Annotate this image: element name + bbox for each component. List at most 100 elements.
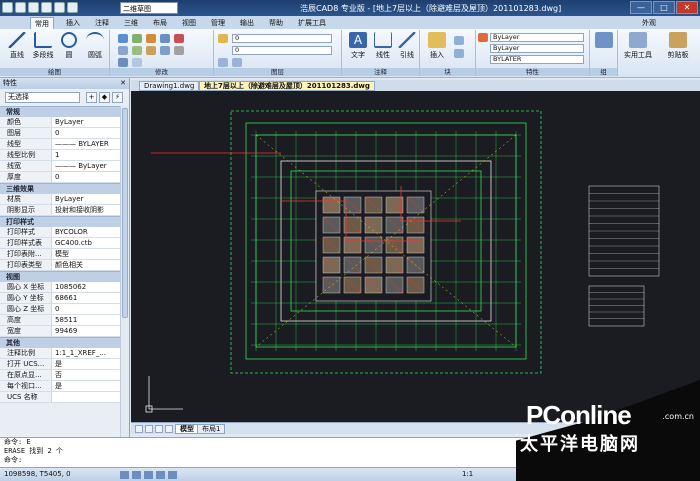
property-section-header[interactable]: 打印样式: [0, 216, 120, 227]
property-section-header[interactable]: 常规: [0, 106, 120, 117]
property-section-header[interactable]: 视图: [0, 271, 120, 282]
offset-icon[interactable]: [132, 58, 142, 67]
annotation-scale[interactable]: 1:1: [462, 468, 473, 481]
linear-dim-button[interactable]: 线性: [370, 32, 396, 66]
snap-toggle-icon[interactable]: [120, 471, 129, 479]
property-value[interactable]: ——— ByLayer: [52, 161, 120, 171]
layer-state-icon[interactable]: [218, 58, 228, 67]
property-value[interactable]: BYCOLOR: [52, 227, 120, 237]
save-icon[interactable]: [41, 2, 52, 13]
property-section-header[interactable]: 三维效果: [0, 183, 120, 194]
property-row[interactable]: 打印表附... 模型: [0, 249, 120, 260]
last-tab-button[interactable]: [165, 425, 173, 433]
property-row[interactable]: 材质 ByLayer: [0, 194, 120, 205]
tab-help[interactable]: 帮助: [269, 17, 283, 29]
linetype-combo[interactable]: ByLayer: [490, 44, 584, 53]
property-value[interactable]: 58511: [52, 315, 120, 325]
color-combo[interactable]: ByLayer: [490, 33, 584, 42]
minimize-button[interactable]: —: [630, 1, 652, 14]
property-value[interactable]: [52, 392, 120, 402]
property-row[interactable]: 在原点显... 否: [0, 370, 120, 381]
tab-model[interactable]: 模型: [175, 424, 199, 434]
tab-drawing1[interactable]: Drawing1.dwg: [139, 81, 200, 91]
new-file-icon[interactable]: [15, 2, 26, 13]
edit-block-icon[interactable]: [454, 49, 464, 58]
ortho-toggle-icon[interactable]: [144, 471, 153, 479]
line-button[interactable]: 直线: [4, 32, 30, 66]
arc-button[interactable]: 圆弧: [82, 32, 108, 66]
property-value[interactable]: 投射和接收阴影: [52, 205, 120, 215]
tab-layout1[interactable]: 布局1: [197, 424, 226, 434]
tab-active-drawing[interactable]: 地上7层以上（除避难层及屋顶）201101283.dwg: [199, 81, 375, 91]
property-value[interactable]: 0: [52, 304, 120, 314]
property-value[interactable]: ByLayer: [52, 117, 120, 127]
property-row[interactable]: 阴影显示 投射和接收阴影: [0, 205, 120, 216]
tab-annotate[interactable]: 注释: [95, 17, 109, 29]
maximize-button[interactable]: □: [653, 1, 675, 14]
property-value[interactable]: 99469: [52, 326, 120, 336]
prev-tab-button[interactable]: [145, 425, 153, 433]
selection-select[interactable]: 无选择: [5, 92, 80, 103]
trim-icon[interactable]: [118, 58, 128, 67]
insert-block-button[interactable]: 插入: [424, 32, 450, 66]
appearance-menu[interactable]: 外观: [642, 17, 656, 29]
tab-home[interactable]: 常用: [30, 17, 54, 29]
explode-icon[interactable]: [146, 46, 156, 55]
text-button[interactable]: A 文字: [345, 32, 371, 66]
open-file-icon[interactable]: [28, 2, 39, 13]
layer-combo-top[interactable]: 0: [232, 34, 332, 43]
leader-button[interactable]: 引线: [394, 32, 420, 66]
first-tab-button[interactable]: [135, 425, 143, 433]
tab-3d[interactable]: 三维: [124, 17, 138, 29]
move-icon[interactable]: [118, 34, 128, 43]
stretch-icon[interactable]: [146, 34, 156, 43]
polyline-button[interactable]: 多段线: [30, 32, 56, 66]
group-button[interactable]: [591, 32, 617, 66]
tab-output[interactable]: 输出: [240, 17, 254, 29]
tab-insert[interactable]: 插入: [66, 17, 80, 29]
workspace-select[interactable]: 二维草图: [120, 2, 178, 14]
property-row[interactable]: 每个视口... 是: [0, 381, 120, 392]
property-value[interactable]: 0: [52, 128, 120, 138]
property-value[interactable]: 1: [52, 150, 120, 160]
property-value[interactable]: 模型: [52, 249, 120, 259]
property-value[interactable]: 是: [52, 381, 120, 391]
palette-close-button[interactable]: ✕: [120, 78, 126, 89]
osnap-toggle-icon[interactable]: [168, 471, 177, 479]
palette-scrollbar[interactable]: [120, 106, 129, 437]
grid-toggle-icon[interactable]: [132, 471, 141, 479]
mirror-icon[interactable]: [118, 46, 128, 55]
property-row[interactable]: 打印表类型 颜色相关: [0, 260, 120, 271]
rotate-icon[interactable]: [160, 34, 170, 43]
fillet-icon[interactable]: [132, 46, 142, 55]
property-value[interactable]: 0: [52, 172, 120, 182]
redo-icon[interactable]: [67, 2, 78, 13]
utilities-button[interactable]: 实用工具: [620, 32, 656, 66]
polar-toggle-icon[interactable]: [156, 471, 165, 479]
toggle-pickadd-button[interactable]: +: [86, 92, 97, 103]
circle-button[interactable]: 圆: [56, 32, 82, 66]
scrollbar-thumb[interactable]: [122, 108, 128, 318]
tab-extensions[interactable]: 扩展工具: [298, 17, 326, 29]
property-value[interactable]: 否: [52, 370, 120, 380]
undo-icon[interactable]: [54, 2, 65, 13]
next-tab-button[interactable]: [155, 425, 163, 433]
layer-isolate-icon[interactable]: [232, 58, 242, 67]
property-row[interactable]: UCS 名称: [0, 392, 120, 403]
tab-manage[interactable]: 管理: [211, 17, 225, 29]
property-row[interactable]: 图层 0: [0, 128, 120, 139]
property-value[interactable]: ByLayer: [52, 194, 120, 204]
property-row[interactable]: 高度 58511: [0, 315, 120, 326]
property-row[interactable]: 线型 ——— BYLAYER: [0, 139, 120, 150]
quick-select-button[interactable]: ⚡: [112, 92, 123, 103]
property-value[interactable]: GC400.ctb: [52, 238, 120, 248]
property-row[interactable]: 打开 UCS... 是: [0, 359, 120, 370]
layer-properties-icon[interactable]: [218, 34, 228, 43]
drawing-canvas[interactable]: [131, 91, 700, 422]
property-row[interactable]: 圆心 X 坐标 1085062: [0, 282, 120, 293]
tab-view[interactable]: 视图: [182, 17, 196, 29]
property-row[interactable]: 圆心 Y 坐标 68661: [0, 293, 120, 304]
lineweight-combo[interactable]: BYLATER: [490, 55, 584, 64]
property-value[interactable]: 1:1_1_XREF_...: [52, 348, 120, 358]
property-row[interactable]: 颜色 ByLayer: [0, 117, 120, 128]
